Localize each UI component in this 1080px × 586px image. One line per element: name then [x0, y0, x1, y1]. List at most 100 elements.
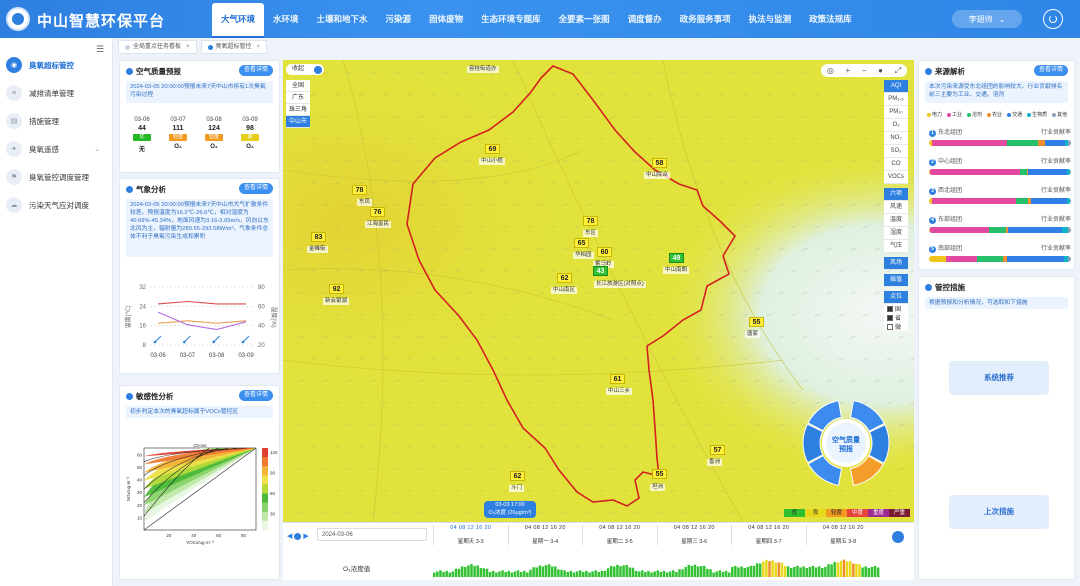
- timeline-bar[interactable]: [656, 570, 660, 577]
- nav-item[interactable]: 大气环境: [212, 3, 265, 38]
- timeline-bar[interactable]: [569, 570, 573, 577]
- playback-controls[interactable]: ◀ ▶: [287, 532, 309, 540]
- aqi-station-marker[interactable]: 55: [652, 469, 667, 479]
- aqi-station-marker[interactable]: 43: [593, 266, 608, 276]
- source-group-row[interactable]: 3 西北组团 行业贡献率: [929, 185, 1071, 204]
- sidebar-item[interactable]: ◉ 臭氧超标管控: [6, 55, 110, 75]
- timeline-bar[interactable]: [473, 565, 476, 577]
- timeline-bar[interactable]: [582, 571, 585, 577]
- source-group-row[interactable]: 2 中心组团 行业贡献率: [929, 156, 1071, 175]
- timeline-bar[interactable]: [706, 568, 709, 577]
- timeline-bar[interactable]: [572, 572, 576, 578]
- timeline-bar[interactable]: [659, 571, 663, 577]
- aqi-station-marker[interactable]: 78: [583, 216, 598, 226]
- timeline-bar[interactable]: [445, 570, 448, 577]
- timeline-bar[interactable]: [501, 570, 504, 577]
- timeline-bar[interactable]: [653, 571, 656, 577]
- timeline-bar[interactable]: [476, 565, 479, 577]
- layer-7[interactable]: VOCs: [884, 171, 908, 184]
- timeline-bar[interactable]: [758, 563, 762, 577]
- aqi-station-marker[interactable]: 62: [510, 471, 525, 481]
- timeline-bar[interactable]: [436, 571, 439, 577]
- timeline-bar[interactable]: [873, 565, 877, 577]
- nav-item[interactable]: 污染源: [377, 0, 421, 38]
- timeline-bar[interactable]: [597, 571, 601, 577]
- timeline-bar[interactable]: [662, 570, 666, 577]
- source-group-row[interactable]: 1 东北组团 行业贡献率: [929, 127, 1071, 146]
- timeline-bar[interactable]: [799, 567, 802, 577]
- timeline-bar[interactable]: [625, 564, 628, 577]
- aqi-station-marker[interactable]: 49: [669, 253, 684, 263]
- timeline-bar[interactable]: [588, 572, 591, 578]
- timeline-bar[interactable]: [547, 564, 551, 577]
- tab-item[interactable]: 臭氧超标管控 ×: [200, 40, 268, 54]
- timeline-expand-icon[interactable]: [892, 531, 904, 543]
- layer-6[interactable]: CO: [884, 158, 908, 171]
- timeline-bar[interactable]: [628, 567, 632, 577]
- timeline-bar[interactable]: [516, 570, 520, 577]
- timeline-bar[interactable]: [491, 570, 495, 577]
- timeline-bar[interactable]: [789, 568, 793, 577]
- aqi-station-marker[interactable]: 61: [610, 374, 625, 384]
- timeline-day[interactable]: 04 08 12 16 20 星期天 3-3: [433, 525, 508, 545]
- timeline-bar[interactable]: [765, 559, 768, 577]
- power-icon[interactable]: [1043, 9, 1063, 29]
- timeline-bar[interactable]: [507, 570, 511, 577]
- timeline-bar[interactable]: [482, 568, 486, 577]
- timeline-bar[interactable]: [668, 571, 672, 577]
- sidebar-item[interactable]: ☁ 污染天气应对调度: [6, 195, 110, 215]
- prev-icon[interactable]: ◀: [287, 532, 292, 540]
- met-layer[interactable]: 湿度: [884, 227, 908, 240]
- timeline-bar[interactable]: [591, 571, 594, 577]
- radial-segment[interactable]: [802, 423, 824, 464]
- zoom-in-icon[interactable]: +: [845, 66, 850, 75]
- timeline-bar[interactable]: [687, 564, 691, 577]
- timeline-bar[interactable]: [693, 564, 697, 577]
- site-checkbox[interactable]: 国: [884, 304, 908, 313]
- fullscreen-icon[interactable]: ⤢: [895, 66, 901, 76]
- nav-item[interactable]: 固体废物: [420, 0, 472, 38]
- sens-detail-button[interactable]: 查看详情: [238, 390, 273, 401]
- timeline-bar[interactable]: [672, 570, 675, 577]
- aqi-station-marker[interactable]: 58: [652, 158, 667, 168]
- timeline-bar[interactable]: [560, 569, 563, 577]
- aqi-station-marker[interactable]: 62: [557, 273, 572, 283]
- timeline-bar[interactable]: [833, 561, 836, 577]
- timeline-bar[interactable]: [439, 570, 442, 577]
- timeline-bar[interactable]: [867, 568, 871, 577]
- timeline-bar[interactable]: [690, 565, 694, 577]
- timeline-bar[interactable]: [852, 563, 855, 577]
- point-button[interactable]: 点位: [884, 291, 908, 304]
- timeline-bar[interactable]: [696, 566, 700, 577]
- timeline-bar[interactable]: [544, 565, 548, 577]
- region-button[interactable]: 全国: [286, 80, 310, 92]
- timeline-bar[interactable]: [675, 571, 678, 577]
- timeline-bar[interactable]: [715, 571, 718, 577]
- timeline-bar[interactable]: [563, 570, 566, 577]
- aqi-station-marker[interactable]: 78: [352, 185, 367, 195]
- timeline-bar[interactable]: [762, 561, 765, 577]
- timeline-bar[interactable]: [619, 566, 622, 577]
- timeline-bar[interactable]: [830, 564, 833, 577]
- timeline-bar[interactable]: [709, 569, 712, 577]
- checkbox-icon[interactable]: [887, 305, 893, 312]
- sidebar-item[interactable]: ≡ 减排清单管理: [6, 83, 110, 103]
- timeline-bar[interactable]: [836, 562, 840, 577]
- tab-item[interactable]: 全局重点任务看板 ×: [118, 40, 197, 54]
- next-icon[interactable]: ▶: [303, 532, 308, 540]
- timeline-bar[interactable]: [485, 568, 489, 577]
- timeline-bar[interactable]: [448, 572, 452, 578]
- timeline-bar[interactable]: [634, 570, 638, 577]
- aqi-station-marker[interactable]: 55: [749, 317, 764, 327]
- timeline-bar[interactable]: [777, 562, 781, 577]
- timeline-bar[interactable]: [718, 570, 722, 577]
- timeline-bar[interactable]: [755, 563, 759, 577]
- globe-icon[interactable]: ●: [878, 66, 883, 75]
- timeline-bar[interactable]: [454, 568, 458, 577]
- timeline-bar[interactable]: [774, 562, 777, 577]
- layer-4[interactable]: NO₂: [884, 132, 908, 145]
- region-button[interactable]: 珠三角: [286, 104, 310, 116]
- timeline-bar[interactable]: [703, 565, 706, 577]
- timeline-bar[interactable]: [616, 564, 619, 577]
- collapse-button[interactable]: 收起: [286, 64, 324, 75]
